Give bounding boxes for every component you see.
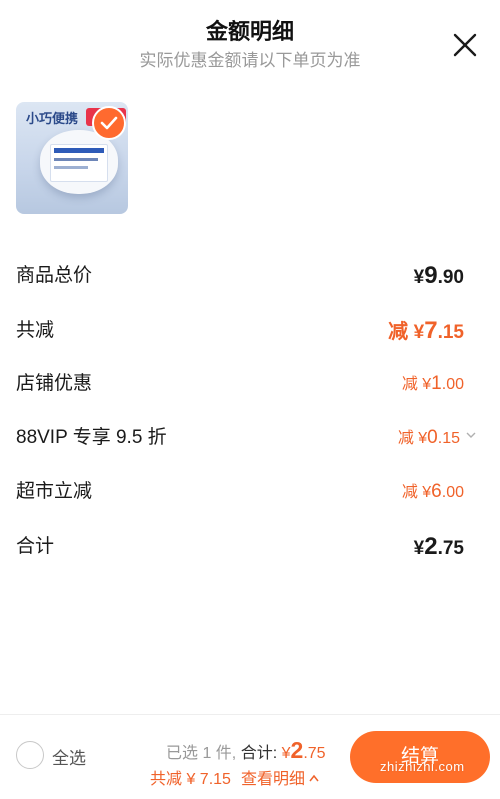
row-shop-discount: 店铺优惠 减 ¥1.00	[16, 364, 468, 404]
discount-summary[interactable]: 共减 ¥ 7.15 查看明细	[150, 765, 319, 789]
row-supermarket-discount: 超市立减 减 ¥6.00	[16, 472, 468, 512]
row-label: 共减	[16, 320, 55, 341]
watermark-text: zhizhizhi.com	[380, 759, 465, 774]
selected-count: 已选 1 件,	[166, 745, 237, 762]
row-value: 减 ¥0.15	[398, 418, 476, 459]
row-value: 减 ¥1.00	[401, 373, 464, 394]
close-icon[interactable]	[452, 32, 478, 58]
row-grand-total: 合计 ¥2.75	[16, 527, 468, 567]
row-value: ¥2.75	[413, 533, 464, 560]
sheet-header: 金额明细 实际优惠金额请以下单页为准	[0, 0, 500, 80]
total-amount: ¥2.75	[281, 737, 326, 763]
chevron-down-icon[interactable]	[466, 430, 476, 440]
row-label: 超市立减	[16, 481, 93, 502]
checkmark-icon	[100, 116, 118, 130]
selected-check-icon[interactable]	[92, 106, 126, 140]
sheet-title: 金额明细	[205, 19, 294, 44]
select-all-label[interactable]: 全选	[52, 744, 86, 769]
product-image-tag: 小巧便携	[26, 111, 79, 126]
row-goods-total: 商品总价 ¥9.90	[16, 256, 468, 296]
checkout-bar: 全选 已选 1 件, 合计: ¥2.75 共减 ¥ 7.15 查看明细 结算 zh…	[0, 714, 500, 799]
total-label: 合计:	[240, 745, 278, 762]
row-label: 店铺优惠	[16, 373, 93, 394]
select-all-radio[interactable]	[16, 741, 44, 769]
row-value: ¥9.90	[413, 262, 464, 289]
row-value: 减 ¥7.15	[388, 317, 464, 344]
product-jar-label-line	[54, 166, 88, 169]
selection-summary: 已选 1 件, 合计: ¥2.75	[166, 737, 326, 764]
saved-amount: 共减 ¥ 7.15	[150, 771, 231, 788]
view-details-link[interactable]: 查看明细	[241, 771, 305, 788]
sheet-subtitle: 实际优惠金额请以下单页为准	[139, 51, 361, 70]
product-jar-label-bar	[54, 148, 104, 153]
product-jar-label-line	[54, 158, 98, 161]
row-label: 合计	[16, 536, 55, 557]
row-total-discount: 共减 减 ¥7.15	[16, 311, 468, 351]
row-label: 商品总价	[16, 265, 93, 286]
row-label: 88VIP 专享 9.5 折	[16, 427, 167, 448]
row-value: 减 ¥6.00	[401, 481, 464, 502]
row-88vip-discount[interactable]: 88VIP 专享 9.5 折 减 ¥0.15	[16, 418, 476, 458]
checkout-button[interactable]: 结算	[350, 731, 490, 783]
chevron-up-icon	[309, 774, 319, 782]
